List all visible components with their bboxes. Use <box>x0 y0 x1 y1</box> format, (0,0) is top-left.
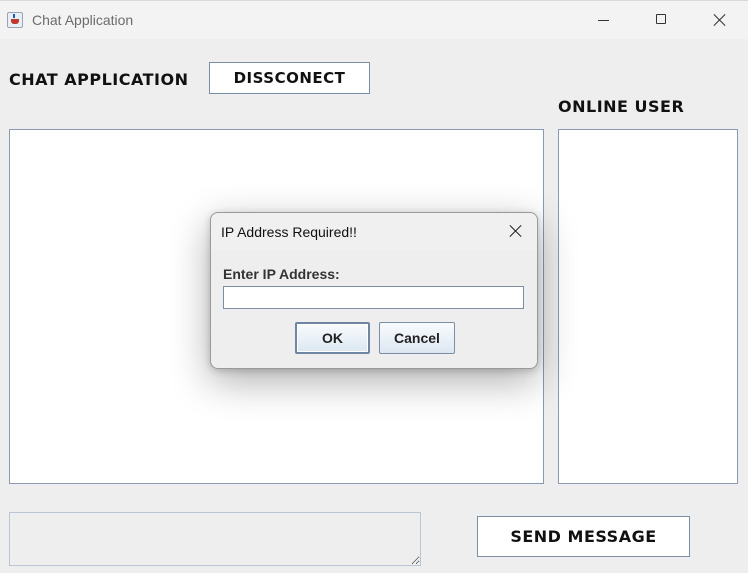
maximize-button[interactable] <box>638 1 684 39</box>
app-heading: CHAT APPLICATION <box>9 70 189 89</box>
online-user-heading: ONLINE USER <box>558 97 685 116</box>
ip-address-label: Enter IP Address: <box>223 266 340 282</box>
close-icon <box>509 224 523 238</box>
chat-application-window: Chat Application CHAT APPLICATION DISSCO… <box>0 0 748 573</box>
ip-address-dialog: IP Address Required!! Enter IP Address: … <box>210 212 538 369</box>
java-cup-icon <box>7 12 23 28</box>
minimize-button[interactable] <box>580 1 626 39</box>
ok-button[interactable]: OK <box>295 322 370 354</box>
dialog-title: IP Address Required!! <box>221 224 357 240</box>
send-message-button[interactable]: SEND MESSAGE <box>477 516 690 557</box>
minimize-icon <box>598 20 609 21</box>
online-users-list[interactable] <box>558 129 738 484</box>
dialog-body: Enter IP Address: OK Cancel <box>211 250 537 368</box>
close-window-button[interactable] <box>696 1 742 39</box>
disconnect-button[interactable]: DISSCONECT <box>209 62 370 94</box>
window-title: Chat Application <box>32 12 134 28</box>
ip-address-input[interactable] <box>223 286 524 309</box>
cancel-button[interactable]: Cancel <box>379 322 455 354</box>
title-bar: Chat Application <box>0 1 748 39</box>
dialog-close-button[interactable] <box>497 213 537 249</box>
message-input[interactable] <box>9 512 421 566</box>
maximize-icon <box>656 14 666 24</box>
close-icon <box>713 13 727 27</box>
